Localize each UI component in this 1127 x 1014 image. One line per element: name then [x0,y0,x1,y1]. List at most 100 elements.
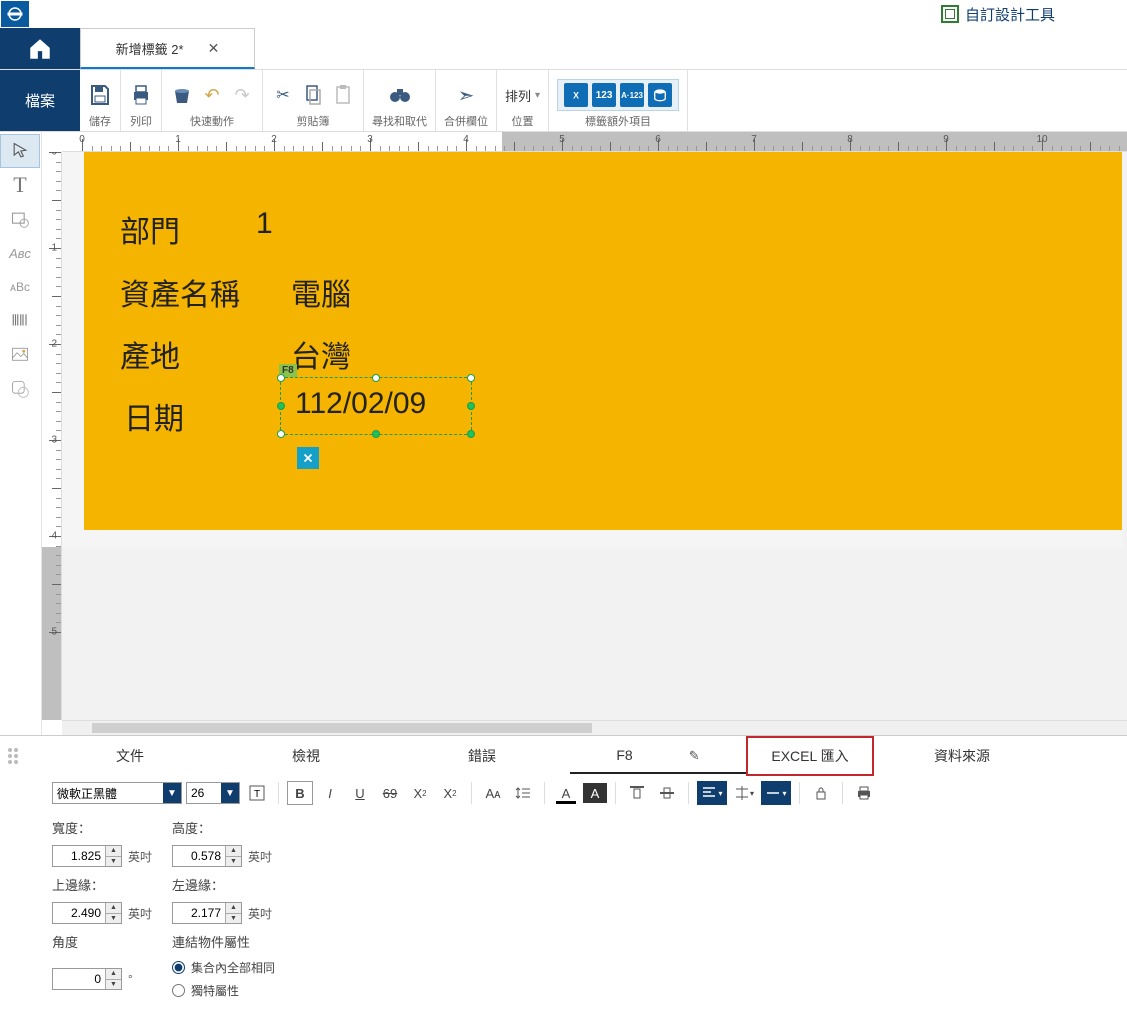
fit-text-button[interactable]: T [244,781,270,805]
tab-data-source[interactable]: 資料來源 [874,738,1050,774]
ribbon-quick[interactable]: ↶ ↷ 快速動作 [162,70,263,131]
down-icon[interactable]: ▼ [105,980,121,990]
rich-text-tool[interactable]: ᴀBᴄ [0,270,40,304]
seq-icon[interactable]: A·123 [620,83,644,107]
shape-tool[interactable] [0,372,40,406]
text-direction-button[interactable]: ▾ [761,781,791,805]
field-label-origin[interactable]: 產地 [120,332,180,376]
extra-items-box: X 123 A·123 [557,79,679,111]
link-label: 連結物件屬性 [172,932,322,951]
canvas[interactable]: 部門 1 資產名稱 電腦 產地 台灣 日期 F8 112/02/09 [62,152,1122,547]
up-icon[interactable]: ▲ [225,903,241,914]
drag-handle[interactable] [8,748,22,764]
text-tool[interactable]: T [0,168,40,202]
save-icon [88,83,112,107]
up-icon[interactable]: ▲ [225,846,241,857]
italic-button[interactable]: I [317,781,343,805]
label-page[interactable]: 部門 1 資產名稱 電腦 產地 台灣 日期 F8 112/02/09 [84,152,1122,530]
horizontal-scrollbar[interactable] [62,720,1127,735]
radio-unique[interactable]: 獨特屬性 [172,982,322,999]
tab-view[interactable]: 檢視 [218,738,394,774]
ribbon-clipboard[interactable]: ✂ 剪貼簿 [263,70,364,131]
field-label-date[interactable]: 日期 [124,394,184,438]
label-icon [6,5,24,23]
underline-button[interactable]: U [347,781,373,805]
case-button[interactable]: Aᴀ [480,781,506,805]
pointer-tool[interactable] [0,134,40,168]
superscript-button[interactable]: X2 [437,781,463,805]
bold-button[interactable]: B [287,781,313,805]
tab-error[interactable]: 錯誤 [394,738,570,774]
align-left-button[interactable]: ▾ [697,781,727,805]
top-spinner[interactable]: ▲▼ [52,902,122,924]
document-tab[interactable]: 新增標籤 2* ✕ [80,28,255,69]
font-color-button[interactable]: A [553,781,579,805]
custom-design-tool-label: 自訂設計工具 [965,4,1055,25]
chevron-down-icon[interactable]: ▼ [163,783,181,803]
field-value-date[interactable]: 112/02/09 [295,387,426,421]
vertical-ruler: 012345 [42,152,62,720]
image-tool[interactable] [0,338,40,372]
selection-box[interactable]: F8 112/02/09 [280,377,472,435]
width-spinner[interactable]: ▲▼ [52,845,122,867]
canvas-scroll[interactable]: 部門 1 資產名稱 電腦 產地 台灣 日期 F8 112/02/09 [62,152,1127,720]
left-label: 左邊緣： [172,875,322,894]
angle-spinner[interactable]: ▲▼ [52,968,122,990]
pencil-icon[interactable]: ✎ [689,748,700,763]
date-tool[interactable] [0,202,40,236]
field-label-dept[interactable]: 部門 [120,207,180,251]
align-top-button[interactable] [624,781,650,805]
tab-f8[interactable]: F8✎ [570,739,746,774]
down-icon[interactable]: ▼ [225,857,241,867]
file-menu[interactable]: 檔案 [0,70,80,131]
close-icon[interactable]: ✕ [208,40,220,57]
db-icon[interactable] [648,83,672,107]
font-family-combo[interactable]: ▼ [52,782,182,804]
canvas-area: 01234567891011 012345 部門 1 資產名稱 電腦 產地 台灣… [42,132,1127,735]
home-tab[interactable] [0,28,80,69]
arc-text-tool[interactable]: Aʙᴄ [0,236,40,270]
down-icon[interactable]: ▼ [105,857,121,867]
tab-document[interactable]: 文件 [42,738,218,774]
line-spacing-button[interactable] [510,781,536,805]
chevron-down-icon[interactable]: ▼ [221,783,239,803]
subscript-button[interactable]: X2 [407,781,433,805]
font-family-input[interactable] [53,786,163,800]
align-middle-button[interactable] [654,781,680,805]
excel-link-icon[interactable] [297,447,319,469]
field-value-origin[interactable]: 台灣 [291,332,351,376]
font-size-input[interactable] [187,786,221,800]
up-icon[interactable]: ▲ [105,846,121,857]
barcode-tool[interactable] [0,304,40,338]
height-spinner[interactable]: ▲▼ [172,845,242,867]
down-icon[interactable]: ▼ [105,914,121,924]
ribbon-find[interactable]: 尋找和取代 [364,70,436,131]
ribbon-print[interactable]: 列印 [121,70,162,131]
up-icon[interactable]: ▲ [105,969,121,980]
lock-button[interactable] [808,781,834,805]
up-icon[interactable]: ▲ [105,903,121,914]
distribute-v-button[interactable]: ▾ [731,781,757,805]
down-icon[interactable]: ▼ [225,914,241,924]
field-label-asset[interactable]: 資產名稱 [120,270,240,314]
font-size-combo[interactable]: ▼ [186,782,240,804]
ribbon-sort[interactable]: 排列 位置 [497,70,549,131]
app-logo [1,1,29,27]
custom-design-tool-link[interactable]: 自訂設計工具 [941,4,1055,25]
tab-excel-import[interactable]: EXCEL 匯入 [746,736,874,776]
radio-all-same[interactable]: 集合內全部相同 [172,959,322,976]
sort-dropdown[interactable]: 排列 [505,86,540,105]
strike-button[interactable]: 69 [377,781,403,805]
left-spinner[interactable]: ▲▼ [172,902,242,924]
print-object-button[interactable] [851,781,877,805]
xls-icon[interactable]: X [564,83,588,107]
binoculars-icon [388,83,412,107]
highlight-button[interactable]: A [583,783,607,803]
ribbon-save[interactable]: 儲存 [80,70,121,131]
ribbon-extra[interactable]: X 123 A·123 標籤額外項目 [549,70,688,131]
field-value-asset[interactable]: 電腦 [291,270,351,314]
height-label: 高度： [172,818,322,837]
ribbon-merge[interactable]: ➣ 合併欄位 [436,70,497,131]
field-value-dept[interactable]: 1 [256,207,273,241]
num-icon[interactable]: 123 [592,83,616,107]
